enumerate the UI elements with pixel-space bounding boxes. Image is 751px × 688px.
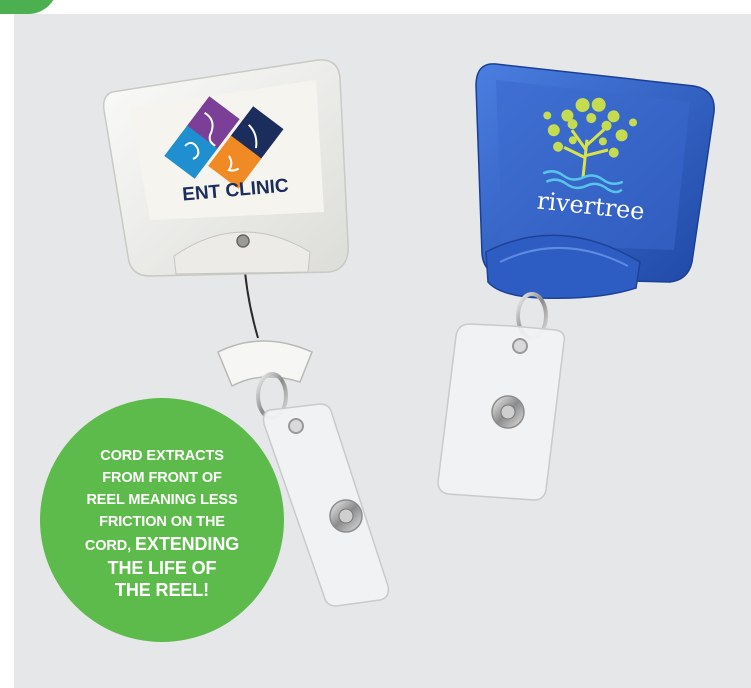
callout-emphasis-part: EXTENDING — [135, 534, 240, 554]
callout-line: FROM FRONT OF — [102, 470, 222, 486]
feature-callout-circle: CORD EXTRACTS FROM FRONT OF REEL MEANING… — [40, 398, 284, 642]
callout-line: CORD EXTRACTS — [100, 448, 224, 464]
callout-line: FRICTION ON THE — [99, 514, 225, 530]
cord-eyelet — [236, 234, 250, 248]
callout-line-mixed: CORD, EXTENDING — [67, 533, 257, 557]
blue-badge-reel: rivertree — [437, 63, 715, 501]
feature-callout-text: CORD EXTRACTS FROM FRONT OF REEL MEANING… — [67, 445, 257, 601]
callout-line-emphasis: THE LIFE OF — [107, 558, 217, 578]
callout-line-emphasis: THE REEL! — [114, 580, 210, 600]
callout-line: REEL MEANING LESS — [86, 492, 238, 508]
callout-normal-part: CORD, — [84, 538, 136, 554]
